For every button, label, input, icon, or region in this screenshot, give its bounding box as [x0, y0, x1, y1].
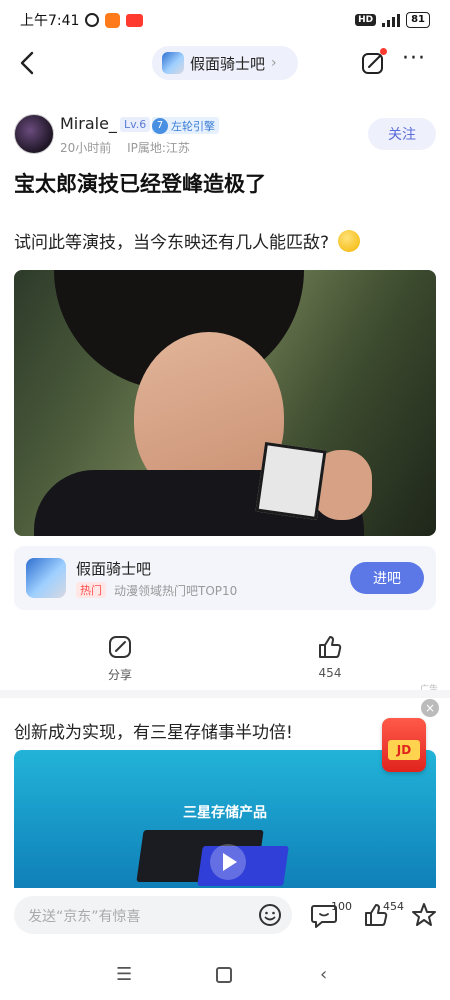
join-forum-button[interactable]: 进吧 [350, 562, 424, 594]
status-bar: 上午7:41 HD 81 [0, 0, 450, 40]
comment-bar: 发送“京东”有惊喜 100 454 [0, 888, 450, 944]
forum-link[interactable]: 假面骑士吧 › [152, 46, 298, 80]
play-icon[interactable] [210, 844, 246, 880]
post-meta: 20小时前 IP属地:江苏 [60, 139, 190, 156]
member-badge: 7 左轮引擎 [152, 117, 219, 134]
post-time: 20小时前 [60, 141, 112, 155]
comment-placeholder: 发送“京东”有惊喜 [28, 909, 141, 925]
home-icon[interactable] [216, 967, 232, 983]
system-back-icon[interactable]: ‹ [320, 964, 327, 985]
hd-icon: HD [355, 14, 377, 26]
avatar[interactable] [14, 114, 54, 154]
comment-count: 100 [331, 900, 352, 913]
post-title: 宝太郎演技已经登峰造极了 [14, 172, 266, 196]
smile-emoji-icon [338, 230, 361, 252]
badge-number: 7 [152, 117, 168, 134]
ad-banner[interactable]: 三星存储产品 [14, 750, 436, 890]
follow-button[interactable]: 关注 [368, 118, 436, 150]
system-nav: ☰ ‹ [0, 950, 450, 1000]
share-label: 分享 [107, 668, 132, 682]
comment-input[interactable]: 发送“京东”有惊喜 [14, 896, 292, 934]
ad-product-name: 三星存储产品 [183, 805, 267, 821]
author-name[interactable]: Mirale_ [60, 114, 117, 133]
status-indicators: HD 81 [355, 12, 430, 28]
jd-badge[interactable]: JD [382, 718, 426, 772]
like-count: 454 [318, 666, 342, 680]
back-icon[interactable] [16, 50, 40, 76]
chevron-right-icon: › [271, 55, 277, 71]
like-icon [319, 636, 342, 658]
notification-dot [380, 48, 387, 55]
app-notification-icon-2 [126, 13, 144, 27]
app-notification-icon [105, 12, 121, 28]
post-body-text: 试问此等演技，当今东映还有几人能匹敌? [14, 233, 330, 253]
forum-card[interactable]: 假面骑士吧 热门 动漫领域热门吧TOP10 进吧 [14, 546, 436, 610]
ad-title[interactable]: 创新成为实现，有三星存储事半功倍! [14, 718, 394, 743]
post-body: 试问此等演技，当今东映还有几人能匹敌? [14, 228, 436, 253]
image-mask [255, 442, 327, 520]
status-time: 上午7:41 [20, 13, 80, 29]
share-icon [109, 636, 131, 658]
forum-name: 假面骑士吧 [190, 54, 266, 73]
signal-icon [382, 13, 401, 27]
section-divider [0, 690, 450, 698]
more-icon[interactable]: ··· [402, 48, 428, 72]
like-action[interactable]: 454 [300, 634, 360, 680]
forum-card-avatar [26, 558, 66, 598]
hot-tag: 热门 [76, 582, 106, 598]
forum-avatar [162, 52, 184, 74]
star-icon[interactable] [410, 902, 438, 928]
forum-card-name: 假面骑士吧 [76, 560, 152, 578]
bottom-like-count: 454 [383, 900, 404, 913]
post-author: Mirale_ Lv.6 7 左轮引擎 20小时前 IP属地:江苏 关注 [14, 114, 436, 156]
top-nav: 假面骑士吧 › ··· [0, 40, 450, 86]
share-action[interactable]: 分享 [90, 634, 150, 683]
menu-icon[interactable]: ☰ [116, 964, 132, 985]
emoji-icon[interactable] [258, 903, 282, 927]
level-badge: Lv.6 [120, 117, 151, 132]
close-icon[interactable]: × [421, 699, 439, 717]
battery-icon: 81 [406, 12, 430, 28]
jd-badge-text: JD [388, 740, 420, 760]
ip-location: IP属地:江苏 [127, 141, 190, 155]
badge-text: 左轮引擎 [171, 119, 215, 133]
forum-card-desc: 动漫领域热门吧TOP10 [114, 584, 238, 598]
alarm-icon [85, 13, 100, 27]
post-image[interactable] [14, 270, 436, 536]
